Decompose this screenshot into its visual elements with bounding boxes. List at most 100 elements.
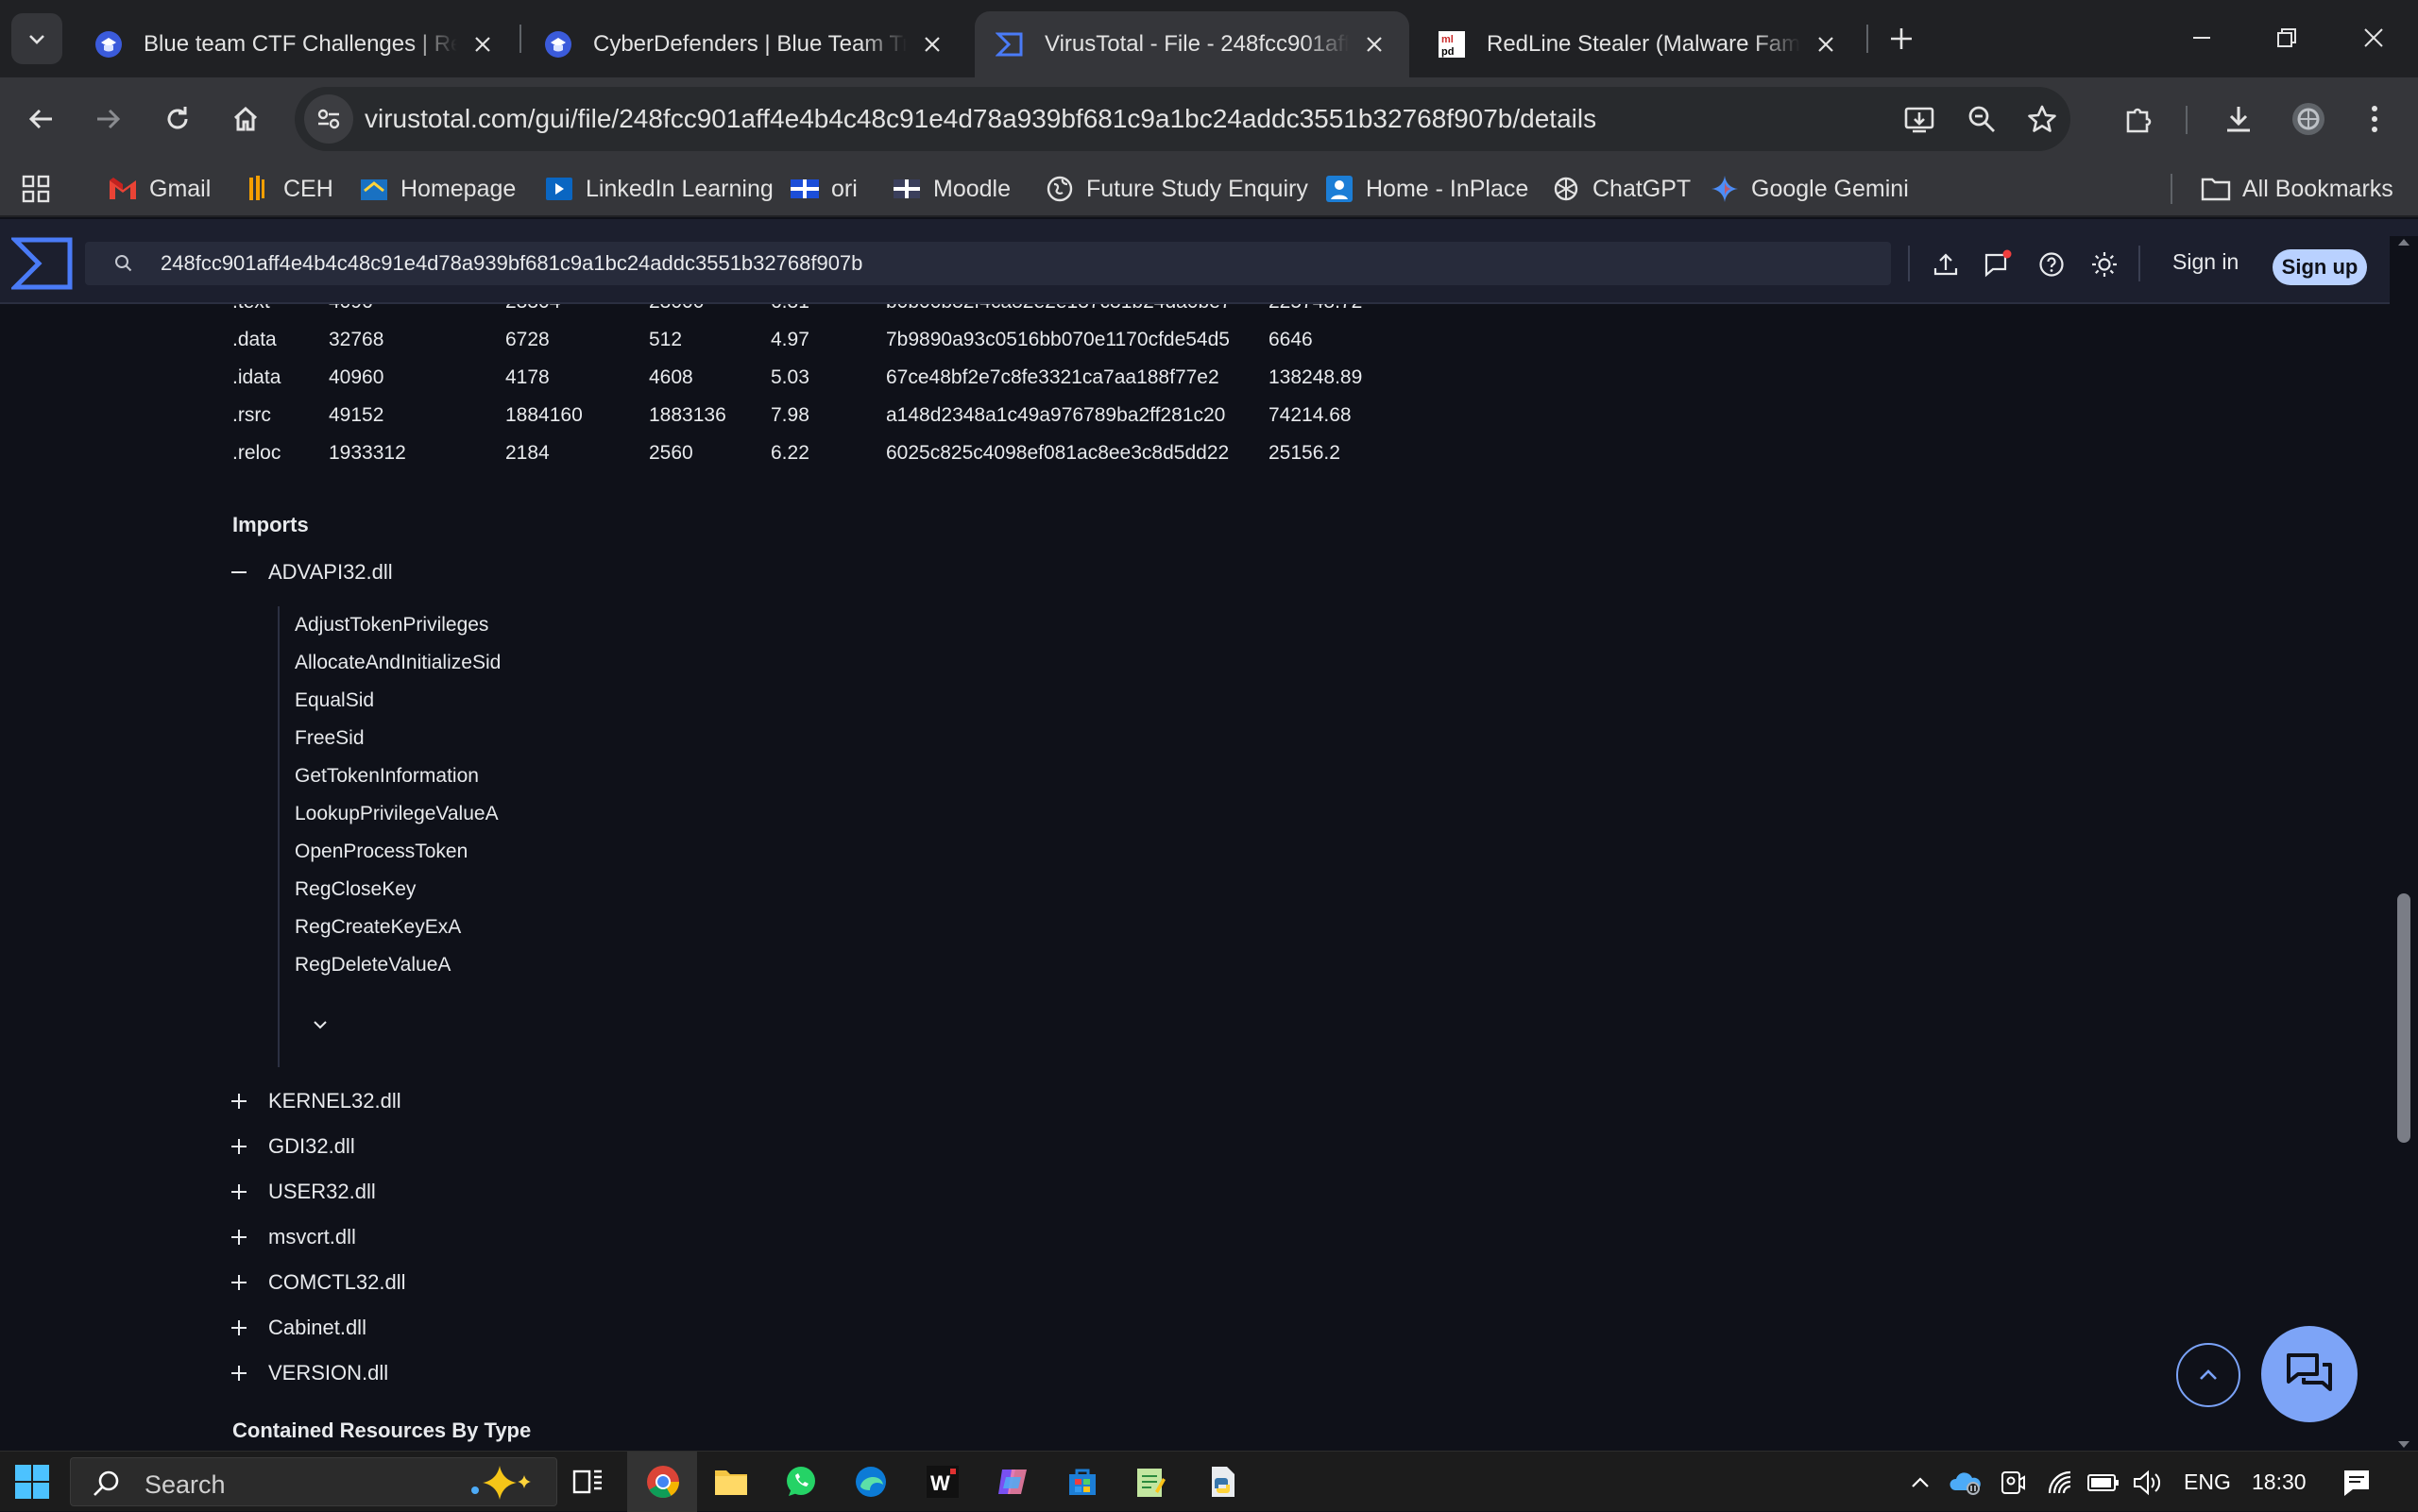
- apps-button[interactable]: [21, 170, 51, 208]
- extensions-button[interactable]: [2116, 96, 2161, 142]
- bookmark-gmail[interactable]: Gmail: [108, 170, 211, 208]
- new-tab-button[interactable]: [1882, 19, 1921, 59]
- taskbar-python[interactable]: [1201, 1461, 1243, 1503]
- close-icon[interactable]: [468, 30, 497, 59]
- close-icon[interactable]: [918, 30, 946, 59]
- bookmark-ori[interactable]: ori: [790, 170, 858, 208]
- dll-item-gdi32[interactable]: GDI32.dll: [227, 1128, 355, 1165]
- bookmark-label: ori: [831, 175, 858, 202]
- page-scrollbar[interactable]: [2390, 236, 2418, 1451]
- bookmark-moodle[interactable]: Moodle: [892, 170, 1011, 208]
- forward-button[interactable]: [85, 96, 130, 142]
- close-icon[interactable]: [1812, 30, 1840, 59]
- scroll-down-arrow-icon[interactable]: [2397, 1439, 2410, 1451]
- reload-button[interactable]: [155, 96, 200, 142]
- dll-item-msvcrt[interactable]: msvcrt.dll: [227, 1218, 356, 1256]
- upload-button[interactable]: [1927, 246, 1965, 283]
- network-tray-icon[interactable]: [2044, 1467, 2076, 1499]
- dll-item-advapi32[interactable]: ADVAPI32.dll: [227, 553, 393, 591]
- taskbar-search-box[interactable]: Search: [70, 1457, 557, 1506]
- expand-icon[interactable]: [227, 1134, 251, 1159]
- tab-redline-malpedia[interactable]: ml pd RedLine Stealer (Malware Family): [1417, 11, 1861, 77]
- scroll-to-top-button[interactable]: [2176, 1343, 2240, 1407]
- section-row: .data 32768 6728 512 4.97 7b9890a93c0516…: [0, 321, 1511, 359]
- help-button[interactable]: [2033, 246, 2070, 283]
- taskbar-copilot[interactable]: [992, 1461, 1033, 1503]
- bookmark-inplace[interactable]: Home - InPlace: [1324, 170, 1528, 208]
- dll-item-comctl32[interactable]: COMCTL32.dll: [227, 1264, 405, 1301]
- install-app-button[interactable]: [1897, 96, 1942, 142]
- expand-icon[interactable]: [227, 1089, 251, 1113]
- bookmark-chatgpt[interactable]: ChatGPT: [1551, 170, 1691, 208]
- dll-item-cabinet[interactable]: Cabinet.dll: [227, 1309, 366, 1347]
- search-query: 248fcc901aff4e4b4c48c91e4d78a939bf681c9a…: [161, 251, 863, 275]
- theme-toggle-button[interactable]: [2086, 246, 2123, 283]
- bookmark-future-study[interactable]: Future Study Enquiry: [1045, 170, 1308, 208]
- task-view-button[interactable]: [567, 1461, 608, 1503]
- virustotal-logo-icon[interactable]: [11, 236, 74, 291]
- battery-tray-icon[interactable]: [2087, 1467, 2120, 1499]
- vt-search-input[interactable]: 248fcc901aff4e4b4c48c91e4d78a939bf681c9a…: [85, 242, 1891, 285]
- onedrive-tray-icon[interactable]: [1950, 1467, 1982, 1499]
- dll-item-kernel32[interactable]: KERNEL32.dll: [227, 1082, 401, 1120]
- zoom-button[interactable]: [1959, 96, 2004, 142]
- taskbar-chrome[interactable]: [642, 1461, 684, 1503]
- show-more-functions-button[interactable]: [306, 1011, 334, 1039]
- expand-icon[interactable]: [227, 1180, 251, 1204]
- bookmark-gemini[interactable]: Google Gemini: [1710, 170, 1909, 208]
- address-bar[interactable]: virustotal.com/gui/file/248fcc901aff4e4b…: [295, 87, 2070, 151]
- minimize-button[interactable]: [2169, 11, 2235, 64]
- dll-item-user32[interactable]: USER32.dll: [227, 1173, 376, 1211]
- taskbar-store[interactable]: [1062, 1461, 1103, 1503]
- system-clock[interactable]: 18:30: [2252, 1470, 2307, 1495]
- show-hidden-icons-button[interactable]: [1904, 1467, 1936, 1499]
- all-bookmarks-button[interactable]: All Bookmarks: [2201, 170, 2393, 208]
- close-icon[interactable]: [1360, 30, 1388, 59]
- tab-blue-team-ctf[interactable]: Blue team CTF Challenges | RedLine: [74, 11, 518, 77]
- scrollbar-thumb[interactable]: [2397, 893, 2410, 1143]
- restore-button[interactable]: [2254, 11, 2320, 64]
- bookmark-homepage[interactable]: Homepage: [359, 170, 516, 208]
- taskbar-edge[interactable]: [850, 1461, 892, 1503]
- taskbar-wwe[interactable]: W: [922, 1461, 963, 1503]
- community-button[interactable]: [1980, 246, 2018, 283]
- tab-search-button[interactable]: [11, 13, 62, 64]
- bookmark-star-button[interactable]: [2019, 96, 2065, 142]
- collapse-icon[interactable]: [227, 560, 251, 585]
- profile-avatar[interactable]: [2286, 96, 2331, 142]
- import-function: RegDeleteValueA: [295, 954, 451, 976]
- site-info-button[interactable]: [304, 94, 353, 144]
- header-divider: [1908, 246, 1910, 281]
- volume-tray-icon[interactable]: [2131, 1467, 2163, 1499]
- dll-item-version[interactable]: VERSION.dll: [227, 1354, 388, 1392]
- window-close-button[interactable]: [2341, 11, 2407, 64]
- expand-icon[interactable]: [227, 1316, 251, 1340]
- meet-now-tray-icon[interactable]: [1997, 1467, 2029, 1499]
- home-button[interactable]: [223, 96, 268, 142]
- bookmark-linkedin-learning[interactable]: LinkedIn Learning: [544, 170, 774, 208]
- svg-text:ml: ml: [1441, 34, 1454, 45]
- sign-up-button[interactable]: Sign up: [2273, 249, 2367, 285]
- tab-virustotal[interactable]: VirusTotal - File - 248fcc901aff4e4b: [975, 11, 1409, 77]
- notification-center-button[interactable]: [2341, 1467, 2373, 1499]
- windows-start-icon[interactable]: [13, 1463, 51, 1501]
- expand-icon[interactable]: [227, 1361, 251, 1385]
- dll-name: USER32.dll: [268, 1180, 376, 1203]
- taskbar-file-explorer[interactable]: [710, 1461, 752, 1503]
- expand-icon[interactable]: [227, 1270, 251, 1295]
- back-button[interactable]: [19, 96, 64, 142]
- downloads-button[interactable]: [2216, 96, 2261, 142]
- bookmark-ceh[interactable]: CEH: [242, 170, 333, 208]
- sign-in-link[interactable]: Sign in: [2172, 249, 2239, 275]
- bookmark-label: Home - InPlace: [1366, 175, 1529, 202]
- taskbar-whatsapp[interactable]: [780, 1461, 822, 1503]
- scroll-up-arrow-icon[interactable]: [2397, 236, 2410, 247]
- input-language[interactable]: ENG: [2184, 1470, 2231, 1495]
- chat-button[interactable]: [2261, 1326, 2358, 1422]
- taskbar-notepad[interactable]: [1130, 1461, 1171, 1503]
- tab-cyberdefenders[interactable]: CyberDefenders | Blue Team Training: [523, 11, 967, 77]
- expand-icon[interactable]: [227, 1225, 251, 1249]
- virustotal-header: 248fcc901aff4e4b4c48c91e4d78a939bf681c9a…: [0, 219, 2418, 304]
- browser-menu-button[interactable]: [2352, 96, 2397, 142]
- import-function: LookupPrivilegeValueA: [295, 803, 499, 824]
